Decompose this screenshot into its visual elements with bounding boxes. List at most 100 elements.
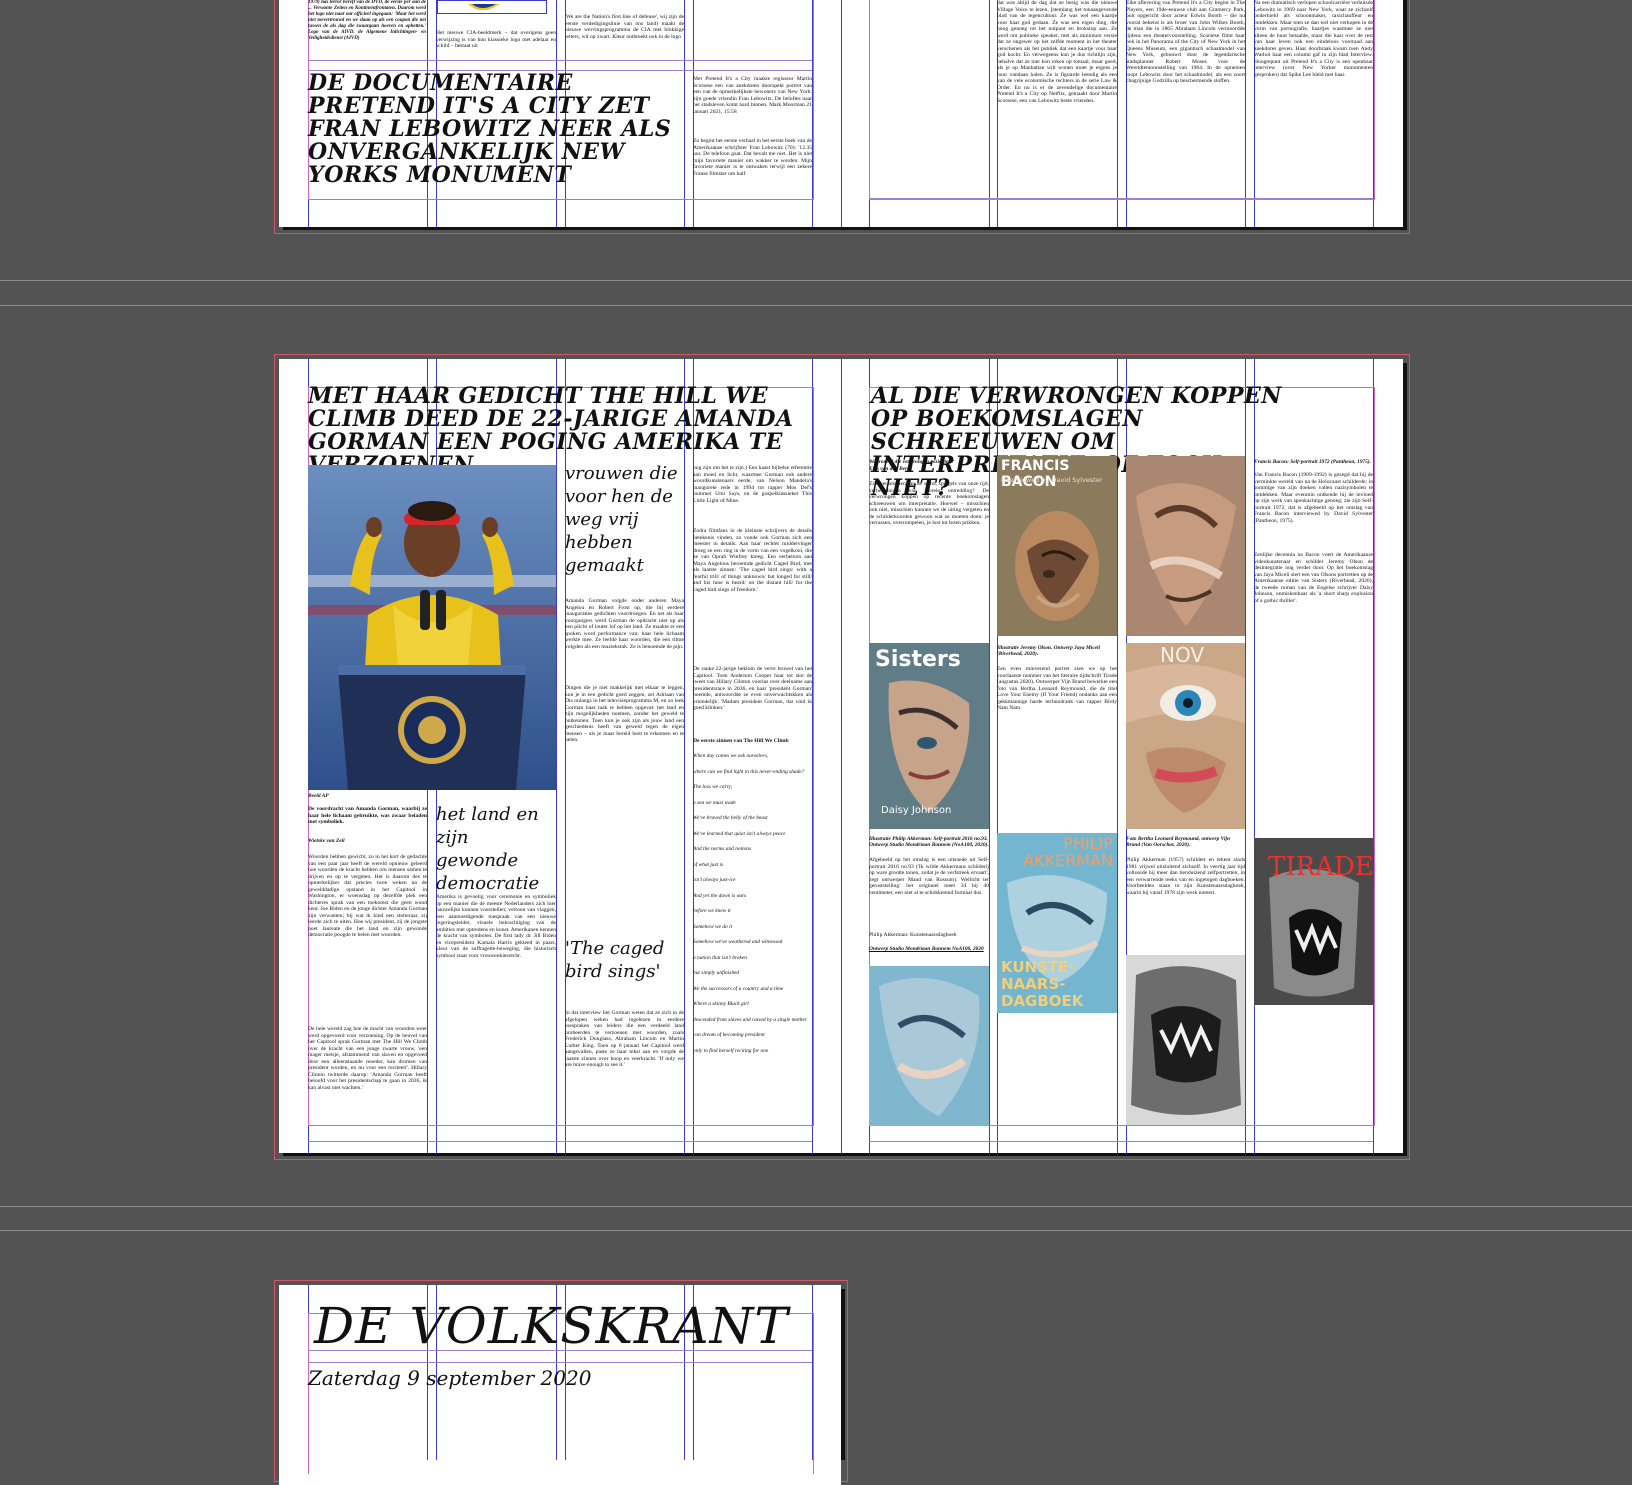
pasteboard-divider — [0, 280, 1632, 281]
gorman-photo[interactable] — [308, 465, 556, 790]
poem-intro[interactable]: De eerste zinnen van The Hill We Climb — [693, 738, 812, 746]
baseline-guide — [308, 60, 812, 61]
body-column[interactable]: Een even minverend portret zien we op he… — [997, 666, 1117, 726]
body-column[interactable]: nog zijn om het te zijn.) Een haast bijb… — [693, 465, 812, 525]
body-column[interactable]: Van Francis Bacon (1909-1992) is gezegd … — [1254, 472, 1373, 544]
gorman-photo-illustration — [308, 465, 556, 790]
tirade-cover[interactable]: TIRADE — [1254, 838, 1373, 1005]
photo-credit[interactable]: Beeld AP — [308, 793, 348, 800]
pull-quote[interactable]: 'The caged bird sings' — [565, 937, 684, 983]
lede-text[interactable]: Met Pretend It's a City maakte regisseur… — [693, 76, 812, 131]
poem-line: a sea we must wade — [693, 799, 736, 806]
body-column[interactable]: Woorden hebben gewicht, zo in het kort d… — [308, 854, 427, 1022]
poem-line: Where a skinny Black girl — [693, 1001, 749, 1007]
page-shadow — [1403, 363, 1407, 1156]
akkerman-cover-left[interactable] — [869, 966, 989, 1126]
sisters-cover-author: Daisy Johnson — [881, 805, 952, 816]
body-column[interactable]: Eenlijke decennia na Bacon voert de Amer… — [1254, 552, 1373, 644]
bacon-cover[interactable]: FRANCIS BACON Interviewed by David Sylve… — [997, 456, 1117, 636]
poem-line: And yet the dawn is ours — [693, 892, 747, 899]
tirade-detail-art — [1126, 955, 1245, 1125]
top-column-2[interactable]: Het nieuwe CIA-beeldmerk – dat overigens… — [436, 30, 556, 54]
aivd-logo-icon — [468, 4, 500, 11]
masthead[interactable]: DE VOLKSKRANT — [314, 1298, 814, 1354]
intro-title[interactable]: Waarom al die verwrongen gezichten? — [869, 459, 989, 466]
novel-cover-art — [1126, 643, 1245, 829]
pasteboard-divider — [0, 305, 1632, 306]
body-column[interactable]: Zodra filmfans in de kleinste schrijvers… — [693, 528, 812, 658]
bacon-cover-title: FRANCIS BACON — [1001, 458, 1070, 490]
poem-line: descended from slaves and raised by a si… — [693, 1016, 807, 1023]
poem-line: isn't always just-ice — [693, 877, 736, 883]
body-column[interactable]: Dingen die je niet makkelijk met elkaar … — [565, 685, 684, 905]
poem-line: only to find herself reciting for one — [693, 1047, 769, 1054]
akkerman-detail-art — [869, 966, 989, 1126]
body-column[interactable]: Elke aflevering van Pretend It's a City … — [1126, 0, 1245, 197]
bacon-detail-art — [1126, 456, 1245, 636]
body-column[interactable]: Zo begint het eerste verhaal in het eers… — [693, 138, 812, 193]
body-column[interactable]: Amanda Gorman volgde onder anderen Maya … — [565, 598, 684, 678]
novel-cover[interactable]: NOV — [1126, 643, 1245, 829]
poem-line: We the successors of a country and a tim… — [693, 985, 784, 992]
tirade-caption[interactable]: Foto Bertha Leonard Reymound, ontwerp Vi… — [1126, 836, 1245, 850]
baseline-guide — [869, 198, 1373, 199]
bacon-detail-image[interactable] — [1126, 456, 1245, 636]
top-column-3[interactable]: 'We are the Nation's first line of defen… — [565, 14, 684, 54]
pull-quote[interactable]: vrouwen die voor hen de weg vrij hebben … — [565, 462, 684, 577]
intro-text[interactable]: Zijn het tekenen aan de wand, spiegels v… — [869, 481, 989, 553]
poem-line: where can we find light in this never-en… — [693, 768, 805, 775]
page-shadow — [283, 1153, 1407, 1156]
tirade-detail-image[interactable] — [1126, 955, 1245, 1125]
body-column[interactable]: Philip Akkerman (1957) schildert en teke… — [1126, 857, 1245, 947]
pasteboard-divider — [0, 1230, 1632, 1231]
baseline-guide — [308, 1141, 812, 1142]
akkerman-cover[interactable]: PHILIP AKKERMAN KUNSTE-NAARS-DAGBOEK — [997, 833, 1117, 1013]
pull-quote[interactable]: het land en zijn gewonde democratie — [436, 803, 556, 895]
body-column[interactable]: dat was altijd de dag dat ze besig was d… — [997, 0, 1117, 197]
byline[interactable]: Erik van den Berg — [869, 466, 989, 473]
poem-line: but simply unfinished — [693, 970, 740, 976]
sisters-cover-title: Sisters — [875, 647, 961, 672]
gorman-headline[interactable]: MET HAAR GEDICHT THE HILL WE CLIMB DEED … — [308, 385, 812, 477]
akkerman-subtitle[interactable]: Philip Akkerman: Kunstenaarsdagboek — [869, 932, 989, 940]
sisters-caption[interactable]: Illustratie Jeremy Olson. Ontwerp Jaya M… — [997, 645, 1117, 659]
body-column[interactable]: In dat interview liet Gorman weten dat z… — [565, 1010, 684, 1125]
page-shadow — [283, 227, 1407, 230]
bacon-cover-subtitle: Interviewed by David Sylvester — [1001, 476, 1103, 484]
tirade-cover-title: TIRADE — [1268, 852, 1373, 882]
poem-line: We've learned that quiet isn't always pe… — [693, 830, 786, 837]
spine-guide — [841, 0, 842, 227]
body-column[interactable]: Amerika is gevoelig voor ceremonie en sy… — [436, 894, 556, 1112]
poem-line: The loss we carry, — [693, 784, 733, 790]
poem-line: of what just is — [693, 861, 724, 868]
poem-line: Somehow we've weathered and witnessed — [693, 939, 783, 945]
akkerman-credit[interactable]: Ontwerp Studio Mondriaan Bonnem NoA100, … — [869, 946, 989, 953]
poem-line: before we knew it — [693, 908, 731, 914]
novel-cover-title: NOV — [1160, 643, 1205, 667]
byline[interactable]: Wietske van Zeil — [308, 838, 427, 846]
sisters-cover[interactable]: Sisters Daisy Johnson — [869, 643, 989, 829]
akkerman-caption[interactable]: Illustratie Philip Akkerman: Self-portra… — [869, 836, 989, 850]
pasteboard-divider — [0, 1206, 1632, 1207]
intro-bold-text[interactable]: De voordracht van Amanda Gorman, waarbij… — [308, 806, 427, 828]
logo-caption[interactable]: 1979) has terror bereft van de DVD, de e… — [308, 0, 426, 54]
body-column[interactable]: Na een dramatisch verlopen schoolcarrièr… — [1254, 0, 1373, 197]
aivd-logo-image[interactable] — [437, 0, 547, 14]
article-headline[interactable]: DE DOCUMENTAIRE PRETEND IT'S A CITY ZET … — [308, 72, 684, 187]
akkerman-cover-name: PHILIP AKKERMAN — [1023, 834, 1113, 870]
edition-date[interactable]: Zaterdag 9 september 2020 — [308, 1366, 591, 1390]
baseline-guide — [308, 1362, 812, 1363]
spine-guide — [841, 359, 842, 1153]
poem-line: We've braved the belly of the beast — [693, 815, 768, 821]
body-column[interactable]: De hele wereld zag hoe de macht van woor… — [308, 1026, 427, 1120]
poem-lines[interactable]: When day comes we ask ourselves, where c… — [693, 749, 812, 1059]
bacon-caption[interactable]: Francis Bacon: Self-portrait 1972 (Panth… — [1254, 459, 1373, 466]
poem-line: And the norms and notions — [693, 846, 752, 852]
poem-line: Somehow we do it — [693, 923, 733, 930]
page-shadow — [1403, 0, 1407, 230]
body-column[interactable]: De ranke 22-jarige beklom de verre bruwe… — [693, 666, 812, 732]
poem-line: When day comes we ask ourselves, — [693, 753, 769, 759]
poem-line: can dream of becoming president — [693, 1032, 765, 1038]
page-shadow — [841, 1289, 845, 1460]
body-column[interactable]: Afgebeeld op het omslag is een uitsnede … — [869, 857, 989, 919]
